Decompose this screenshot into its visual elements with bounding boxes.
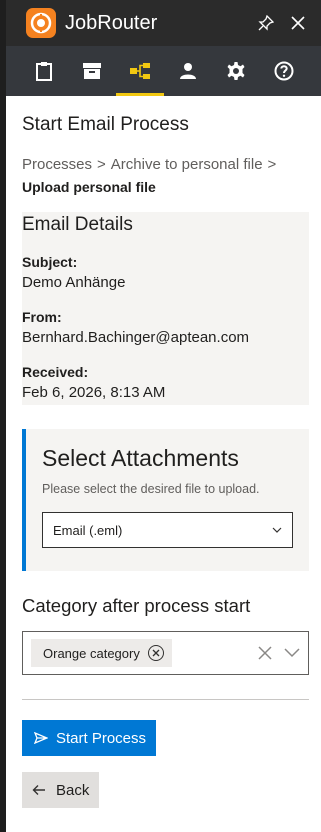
title-bar: JobRouter [6,0,321,46]
start-process-button[interactable]: Start Process [22,720,156,756]
chevron-down-icon[interactable] [284,648,300,658]
breadcrumb: Processes > Archive to personal file > Uplo… [22,154,309,198]
category-tag-label: Orange category [43,645,140,661]
subject-value: Demo Anhänge [22,274,126,291]
pin-icon[interactable] [257,14,275,32]
main-content: Start Email Process Processes > Archive to… [22,96,309,808]
select-attachments-panel: Select Attachments Please select the des… [22,429,309,571]
window-edge [0,0,6,832]
received-value: Feb 6, 2026, 8:13 AM [22,384,166,401]
tab-user[interactable] [164,46,212,96]
arrow-left-icon [32,785,45,795]
attachment-select-value: Email (.eml) [53,522,123,538]
breadcrumb-separator: > [267,156,277,173]
email-details-title: Email Details [22,214,133,235]
jobrouter-logo-icon [26,8,56,38]
send-icon [34,732,48,744]
breadcrumb-separator: > [97,156,106,173]
app-title: JobRouter [65,11,158,34]
category-picker[interactable]: Orange category [22,631,309,675]
process-tree-icon [130,63,150,79]
chevron-down-icon [272,527,282,533]
from-label: From: [22,309,62,325]
page-title: Start Email Process [22,114,189,135]
email-details-panel: Email Details Subject: Demo Anhänge From… [22,212,309,405]
help-icon [274,61,294,81]
subject-label: Subject: [22,254,78,270]
breadcrumb-item-archive[interactable]: Archive to personal file [111,156,263,173]
tab-processes[interactable] [116,46,164,96]
back-button[interactable]: Back [22,772,99,808]
divider [22,699,309,700]
attachment-select[interactable]: Email (.eml) [42,512,293,548]
gear-icon [227,62,245,80]
start-process-label: Start Process [56,729,147,747]
clear-icon[interactable] [258,646,272,660]
tab-settings[interactable] [212,46,260,96]
back-label: Back [56,781,90,799]
remove-tag-icon[interactable] [147,645,164,661]
close-icon[interactable] [289,14,307,32]
tab-help[interactable] [260,46,308,96]
breadcrumb-item-processes[interactable]: Processes [22,156,92,173]
tab-tasks[interactable] [20,46,68,96]
clipboard-icon [36,62,52,81]
user-icon [180,63,196,79]
archive-icon [83,63,101,79]
breadcrumb-current: Upload personal file [22,179,156,195]
nav-bar [6,46,321,96]
category-tag: Orange category [31,639,172,667]
from-value: Bernhard.Bachinger@aptean.com [22,329,250,346]
category-title: Category after process start [22,595,251,616]
attachments-description: Please select the desired file to upload… [42,482,260,496]
received-label: Received: [22,364,89,380]
attachments-title: Select Attachments [42,445,239,471]
tab-archive[interactable] [68,46,116,96]
